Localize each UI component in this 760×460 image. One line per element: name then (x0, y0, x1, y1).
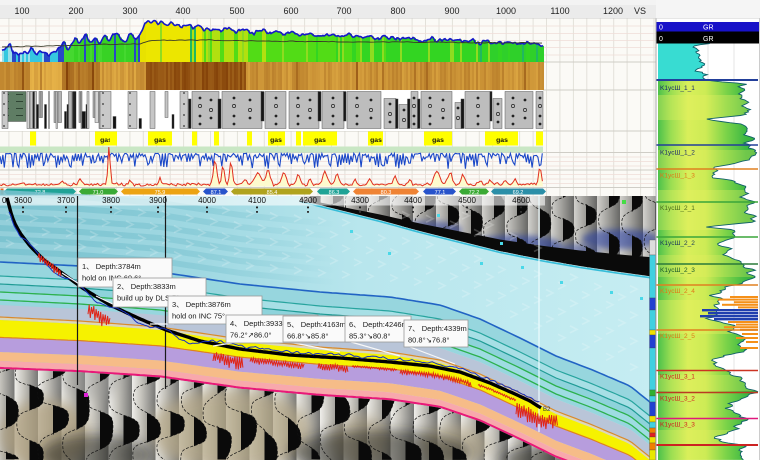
svg-text:3800: 3800 (102, 196, 120, 205)
svg-text:3700: 3700 (57, 196, 75, 205)
svg-text:600: 600 (283, 6, 298, 16)
svg-text:4100: 4100 (248, 196, 266, 205)
svg-text:900: 900 (444, 6, 459, 16)
svg-text:7、 Depth:4339m: 7、 Depth:4339m (408, 324, 467, 333)
svg-text:K1ycШ_1_2: K1ycШ_1_2 (660, 150, 695, 157)
svg-text:100: 100 (14, 6, 29, 16)
svg-text:1、 Depth:3784m: 1、 Depth:3784m (82, 262, 141, 271)
svg-text:77.1: 77.1 (435, 190, 446, 196)
svg-text:4500: 4500 (458, 196, 476, 205)
svg-text:2、 Depth:3833m: 2、 Depth:3833m (117, 282, 176, 291)
svg-text:4000: 4000 (198, 196, 216, 205)
svg-text:K1ycШ_2_5: K1ycШ_2_5 (660, 333, 695, 340)
svg-text:1200: 1200 (603, 6, 623, 16)
svg-text:6、 Depth:4246m: 6、 Depth:4246m (349, 320, 408, 329)
svg-text:gas: gas (154, 137, 166, 144)
svg-text:4、 Depth:3933: 4、 Depth:3933 (230, 319, 283, 328)
svg-text:gas: gas (314, 137, 326, 144)
svg-text:VS: VS (634, 6, 646, 16)
svg-text:K1ycШ_3_1: K1ycШ_3_1 (660, 374, 695, 381)
svg-text:K1ycШ_1_3: K1ycШ_1_3 (660, 173, 695, 180)
svg-text:400: 400 (175, 6, 190, 16)
svg-text:4300: 4300 (351, 196, 369, 205)
svg-text:87.1: 87.1 (211, 190, 222, 196)
svg-text:76.2°↗86.0°: 76.2°↗86.0° (230, 331, 271, 340)
svg-text:85.3°↘80.8°: 85.3°↘80.8° (349, 332, 390, 341)
svg-text:gas: gas (496, 137, 508, 144)
svg-text:700: 700 (336, 6, 351, 16)
svg-text:75.9: 75.9 (155, 190, 166, 196)
svg-text:86.3: 86.3 (329, 190, 340, 196)
svg-text:4400: 4400 (404, 196, 422, 205)
svg-text:K1ycШ_2_1: K1ycШ_2_1 (660, 205, 695, 212)
svg-text:85.4: 85.4 (267, 190, 278, 196)
svg-text:K1ycШ_3_2: K1ycШ_3_2 (660, 396, 695, 403)
svg-text:5、 Depth:4163m: 5、 Depth:4163m (287, 320, 346, 329)
svg-text:80.3: 80.3 (381, 190, 392, 196)
svg-text:GR: GR (703, 36, 714, 43)
svg-text:K1ycШ_2_2: K1ycШ_2_2 (660, 240, 695, 247)
svg-text:gas: gas (432, 137, 444, 144)
svg-text:gas: gas (370, 137, 382, 144)
svg-text:K1ycШ_1_1: K1ycШ_1_1 (660, 85, 695, 92)
svg-text:3900: 3900 (149, 196, 167, 205)
svg-text:3、 Depth:3876m: 3、 Depth:3876m (172, 300, 231, 309)
svg-text:500: 500 (229, 6, 244, 16)
svg-text:K1ycШ_2_3: K1ycШ_2_3 (660, 267, 695, 274)
svg-text:4600: 4600 (512, 196, 530, 205)
svg-text:GR: GR (703, 25, 714, 32)
svg-text:80.8°↘76.8°: 80.8°↘76.8° (408, 336, 449, 345)
svg-text:300: 300 (122, 6, 137, 16)
svg-text:K1ycШ_3_3: K1ycШ_3_3 (660, 422, 695, 429)
svg-text:hold on INC 75°: hold on INC 75° (172, 312, 225, 321)
svg-text:gas: gas (270, 137, 282, 144)
svg-text:K1ycШ_2_4: K1ycШ_2_4 (660, 288, 695, 295)
svg-text:3600: 3600 (14, 196, 32, 205)
svg-text:71.0: 71.0 (93, 190, 104, 196)
svg-text:72.2: 72.2 (469, 190, 480, 196)
svg-text:800: 800 (390, 6, 405, 16)
svg-text:1100: 1100 (550, 6, 569, 16)
svg-text:1000: 1000 (496, 6, 516, 16)
svg-text:0: 0 (659, 25, 663, 32)
svg-text:0: 0 (659, 36, 663, 43)
svg-text:4200: 4200 (299, 196, 317, 205)
svg-text:66.8°↘85.8°: 66.8°↘85.8° (287, 332, 328, 341)
svg-text:200: 200 (68, 6, 83, 16)
svg-text:B2: B2 (543, 407, 551, 413)
svg-text:69.2: 69.2 (513, 190, 524, 196)
